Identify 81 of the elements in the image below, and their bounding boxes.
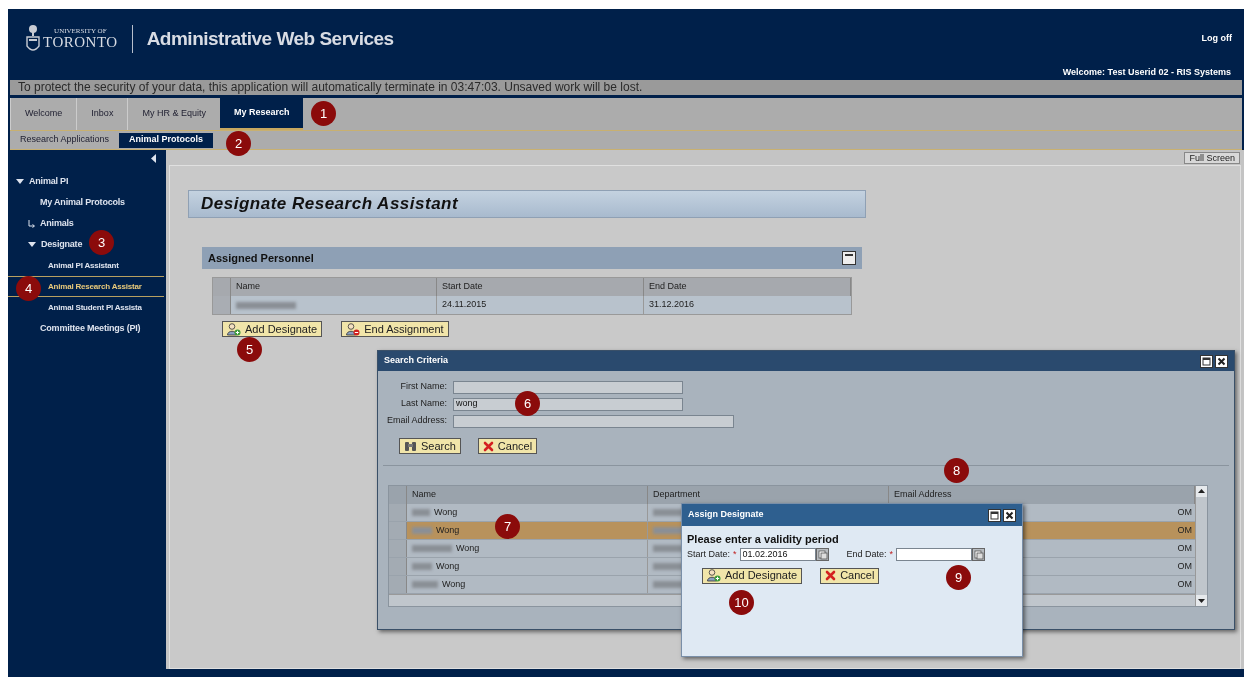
text-field[interactable] xyxy=(453,380,683,394)
field-label: Last Name: xyxy=(399,397,448,411)
logo-wordmark: TORONTO xyxy=(43,35,118,50)
person-remove-icon xyxy=(346,322,361,336)
table-cell-text: 31.12.2016 xyxy=(648,298,696,312)
tree-item[interactable]: Animal PI xyxy=(16,174,69,189)
tab[interactable]: My Research xyxy=(219,98,304,130)
table-cell-text: OM xyxy=(1177,577,1192,591)
blurred-text xyxy=(412,527,432,534)
scroll-down-icon[interactable] xyxy=(1196,595,1207,606)
required-mark: * xyxy=(889,548,894,561)
session-banner: To protect the security of your data, this application will automatically terminate in 03:47:03. Unsaved work will be lost. xyxy=(10,80,1242,95)
table-cell-text: OM xyxy=(1177,541,1192,555)
tab[interactable]: Inbox xyxy=(76,98,128,130)
sub-tab[interactable]: Research Applications xyxy=(10,132,120,148)
section-title: Assigned Personnel xyxy=(208,250,314,266)
add-designate-button[interactable]: Add Designate xyxy=(702,567,803,584)
field-label: Start Date: xyxy=(687,548,731,561)
app-title: Administrative Web Services xyxy=(146,26,394,51)
text-field[interactable] xyxy=(453,414,734,428)
field-label: Email Address: xyxy=(385,414,448,428)
tree-item[interactable]: Designate xyxy=(28,237,83,252)
dialog-title: Search Criteria xyxy=(384,354,449,368)
table-cell-text: Wong xyxy=(436,523,460,537)
collapse-arrow-icon[interactable] xyxy=(151,154,156,163)
table-cell-text: OM xyxy=(1177,505,1192,519)
date-field[interactable]: 01.02.2016 xyxy=(739,548,816,562)
table-cell-text: Wong xyxy=(436,559,460,573)
dialog-title: Assign Designate xyxy=(688,508,764,522)
table-cell-text: Wong xyxy=(442,577,466,591)
tree-item[interactable]: Animals xyxy=(28,216,74,231)
vertical-scrollbar[interactable] xyxy=(1195,486,1207,606)
binoculars-icon xyxy=(404,440,417,452)
x-icon xyxy=(482,440,494,452)
person-add-icon xyxy=(707,569,721,582)
maximize-icon[interactable] xyxy=(988,508,1001,522)
table-cell: 24.11.2015 xyxy=(437,296,644,314)
date-field[interactable] xyxy=(896,548,973,562)
add-designate-button[interactable]: Add Designate xyxy=(222,321,323,337)
log-off-link[interactable]: Log off xyxy=(1201,32,1232,46)
dialog-heading: Please enter a validity period xyxy=(687,533,840,545)
scroll-up-icon[interactable] xyxy=(1196,486,1207,497)
expanded-arrow-icon xyxy=(16,179,24,184)
person-add-icon xyxy=(227,322,241,336)
blurred-text xyxy=(412,563,432,570)
tree-item[interactable]: Committee Meetings (PI) xyxy=(40,321,141,336)
tree-item[interactable]: Animal Research Assistar xyxy=(48,280,142,293)
blurred-text xyxy=(236,301,296,309)
x-icon xyxy=(825,570,837,581)
tab[interactable]: Welcome xyxy=(10,98,77,130)
blurred-text xyxy=(412,545,452,552)
close-icon[interactable] xyxy=(1215,354,1228,368)
full-screen-button[interactable]: Full Screen xyxy=(1184,152,1240,164)
blurred-text xyxy=(412,509,430,516)
tree-item[interactable]: My Animal Protocols xyxy=(40,195,125,210)
table-cell-text: OM xyxy=(1177,559,1192,573)
welcome-text: Welcome: Test Userid 02 - RIS Systems xyxy=(1062,66,1231,79)
blurred-text xyxy=(412,581,438,588)
tree-item[interactable]: Animal Student PI Assista xyxy=(48,301,142,314)
table-cell-text: Wong xyxy=(434,505,458,519)
close-icon[interactable] xyxy=(1003,508,1016,522)
collapsed-arrow-icon xyxy=(28,219,36,228)
table-cell-text: OM xyxy=(1177,523,1192,537)
search-button[interactable]: Search xyxy=(399,438,461,454)
tree-item[interactable]: Animal PI Assistant xyxy=(48,259,119,272)
required-mark: * xyxy=(733,548,737,561)
field-label: First Name: xyxy=(399,380,448,394)
calendar-icon[interactable] xyxy=(815,548,829,562)
calendar-icon[interactable] xyxy=(972,548,986,562)
expanded-arrow-icon xyxy=(28,242,36,247)
end-assignment-button[interactable]: End Assignment xyxy=(341,321,449,337)
page-title: Designate Research Assistant xyxy=(188,190,866,218)
tab[interactable]: My HR & Equity xyxy=(127,98,220,130)
crest-icon xyxy=(26,24,40,54)
cancel-button[interactable]: Cancel xyxy=(477,438,538,454)
maximize-icon[interactable] xyxy=(1200,354,1213,368)
cancel-button[interactable]: Cancel xyxy=(820,567,880,584)
field-label: End Date: xyxy=(846,548,887,561)
table-cell-text: Wong xyxy=(456,541,480,555)
sub-tab[interactable]: Animal Protocols xyxy=(119,132,214,148)
minimize-icon[interactable] xyxy=(842,251,856,265)
